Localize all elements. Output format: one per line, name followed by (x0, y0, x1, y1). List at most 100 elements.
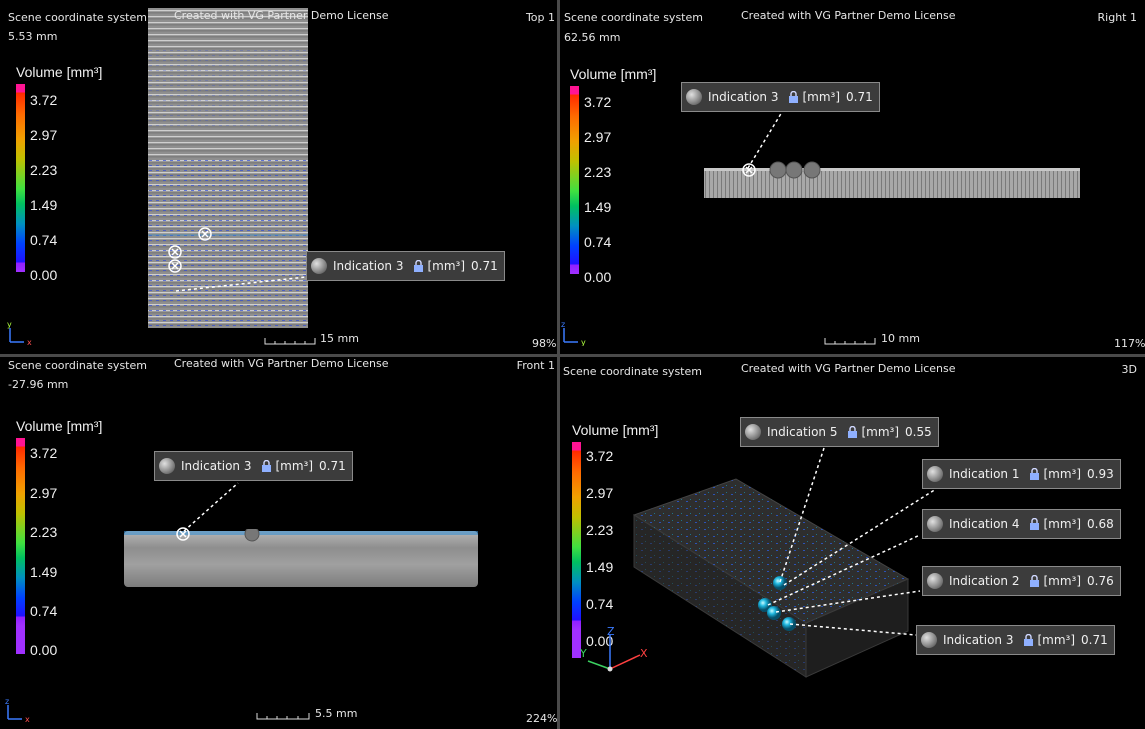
sphere-icon (311, 258, 327, 274)
lock-icon[interactable] (1029, 518, 1040, 530)
front-axis-h: x (25, 715, 30, 724)
indication-name: Indication 3 (333, 259, 404, 273)
front-slice-distance: -27.96 mm (8, 378, 69, 391)
right-license-watermark: Created with VG Partner Demo License (741, 9, 956, 22)
legend-value: 0.00 (30, 642, 58, 658)
indication-value: 0.71 (846, 90, 873, 104)
top-scale-bar (264, 338, 316, 345)
legend-value: 2.23 (586, 522, 614, 538)
front-coordinate-system-label: Scene coordinate system (8, 359, 147, 372)
legend-value: 2.97 (586, 485, 614, 501)
front-axis-indicator: z x (5, 697, 30, 724)
right-axis-h: y (581, 338, 586, 346)
top-axis-indicator: y x (7, 320, 32, 346)
indication-unit: [mm³] (275, 459, 314, 473)
3d-axis-x: X (640, 647, 648, 660)
right-axis-indicator: z y (561, 320, 586, 346)
legend-value: 0.74 (30, 603, 58, 619)
front-axis-v: z (5, 697, 9, 706)
top-viewport-name[interactable]: Top 1 (526, 11, 555, 24)
legend-value: 2.23 (30, 524, 58, 540)
top-coordinate-system-label: Scene coordinate system (8, 11, 147, 24)
viewport-3d[interactable]: Scene coordinate system Created with VG … (560, 357, 1145, 729)
viewport-top[interactable]: Scene coordinate system 5.53 mm Created … (0, 0, 557, 354)
3d-indication-label[interactable]: Indication 2 [mm³] 0.76 (922, 566, 1121, 596)
lock-icon[interactable] (1023, 634, 1034, 646)
lock-icon[interactable] (847, 426, 858, 438)
indication-name: Indication 3 (708, 90, 779, 104)
indication-unit: [mm³] (1043, 574, 1082, 588)
front-license-watermark: Created with VG Partner Demo License (174, 357, 389, 370)
front-viewport-name[interactable]: Front 1 (517, 359, 555, 372)
sphere-icon (927, 466, 943, 482)
legend-value: 3.72 (586, 448, 614, 464)
legend-value: 2.23 (584, 164, 612, 180)
indication-value: 0.55 (905, 425, 932, 439)
viewport-right[interactable]: Scene coordinate system 62.56 mm Created… (560, 0, 1145, 354)
indication-name: Indication 1 (949, 467, 1020, 481)
right-slice-distance: 62.56 mm (564, 31, 621, 44)
top-axis-h: x (27, 338, 32, 346)
legend-color-bar (16, 438, 25, 654)
right-scale-bar (824, 338, 876, 345)
sphere-icon (927, 573, 943, 589)
3d-indication-label[interactable]: Indication 5 [mm³] 0.55 (740, 417, 939, 447)
indication-unit: [mm³] (1043, 467, 1082, 481)
indication-unit: [mm³] (1043, 517, 1082, 531)
front-indication-label[interactable]: Indication 3 [mm³] 0.71 (154, 451, 353, 481)
indication-unit: [mm³] (861, 425, 900, 439)
3d-indication-label[interactable]: Indication 4 [mm³] 0.68 (922, 509, 1121, 539)
indication-name: Indication 3 (181, 459, 252, 473)
3d-license-watermark: Created with VG Partner Demo License (741, 362, 956, 375)
right-zoom-level: 117% (1114, 337, 1145, 350)
front-volume-legend: Volume [mm³] 3.72 2.97 2.23 1.49 0.74 0.… (16, 418, 102, 658)
legend-value: 1.49 (30, 197, 58, 213)
indication-name: Indication 3 (943, 633, 1014, 647)
legend-value: 0.74 (584, 234, 612, 250)
legend-value: 0.00 (584, 269, 612, 285)
right-indication-leader (747, 111, 783, 169)
legend-value: 0.00 (30, 267, 58, 283)
lock-icon[interactable] (788, 91, 799, 103)
front-scale-label: 5.5 mm (315, 707, 358, 720)
sphere-icon (921, 632, 937, 648)
3d-axis-triad: Z Y X (579, 625, 648, 672)
indication-value: 0.71 (471, 259, 498, 273)
sphere-icon (927, 516, 943, 532)
legend-value: 1.49 (30, 564, 58, 580)
legend-value: 3.72 (30, 92, 58, 108)
lock-icon[interactable] (413, 260, 424, 272)
top-indication-leader (175, 276, 307, 292)
indication-value: 0.71 (1081, 633, 1108, 647)
indication-value: 0.68 (1087, 517, 1114, 531)
indication-value: 0.76 (1087, 574, 1114, 588)
front-indication-leader (183, 482, 239, 532)
legend-title: Volume [mm³] (572, 422, 659, 438)
right-viewport-name[interactable]: Right 1 (1098, 11, 1137, 24)
viewport-front[interactable]: Scene coordinate system -27.96 mm Create… (0, 357, 557, 729)
legend-value: 3.72 (30, 445, 58, 461)
legend-value: 2.23 (30, 162, 58, 178)
top-license-watermark: Created with VG Partner Demo License (174, 9, 389, 22)
3d-viewport-name[interactable]: 3D (1122, 363, 1137, 376)
3d-indication-label[interactable]: Indication 3 [mm³] 0.71 (916, 625, 1115, 655)
lock-icon[interactable] (1029, 468, 1040, 480)
legend-value: 1.49 (586, 559, 614, 575)
lock-icon[interactable] (261, 460, 272, 472)
top-indication-label[interactable]: Indication 3 [mm³] 0.71 (306, 251, 505, 281)
top-scale-label: 15 mm (320, 332, 359, 345)
right-volume-legend: Volume [mm³] 3.72 2.97 2.23 1.49 0.74 0.… (570, 66, 656, 286)
3d-axis-z: Z (607, 625, 615, 638)
indication-name: Indication 2 (949, 574, 1020, 588)
top-axis-v: y (7, 320, 12, 329)
legend-value: 1.49 (584, 199, 612, 215)
legend-color-bar (570, 86, 579, 274)
lock-icon[interactable] (1029, 575, 1040, 587)
3d-indication-label[interactable]: Indication 1 [mm³] 0.93 (922, 459, 1121, 489)
legend-title: Volume [mm³] (16, 418, 103, 434)
indication-name: Indication 4 (949, 517, 1020, 531)
right-coordinate-system-label: Scene coordinate system (564, 11, 703, 24)
right-scale-label: 10 mm (881, 332, 920, 345)
right-indication-label[interactable]: Indication 3 [mm³] 0.71 (681, 82, 880, 112)
indication-unit: [mm³] (427, 259, 466, 273)
